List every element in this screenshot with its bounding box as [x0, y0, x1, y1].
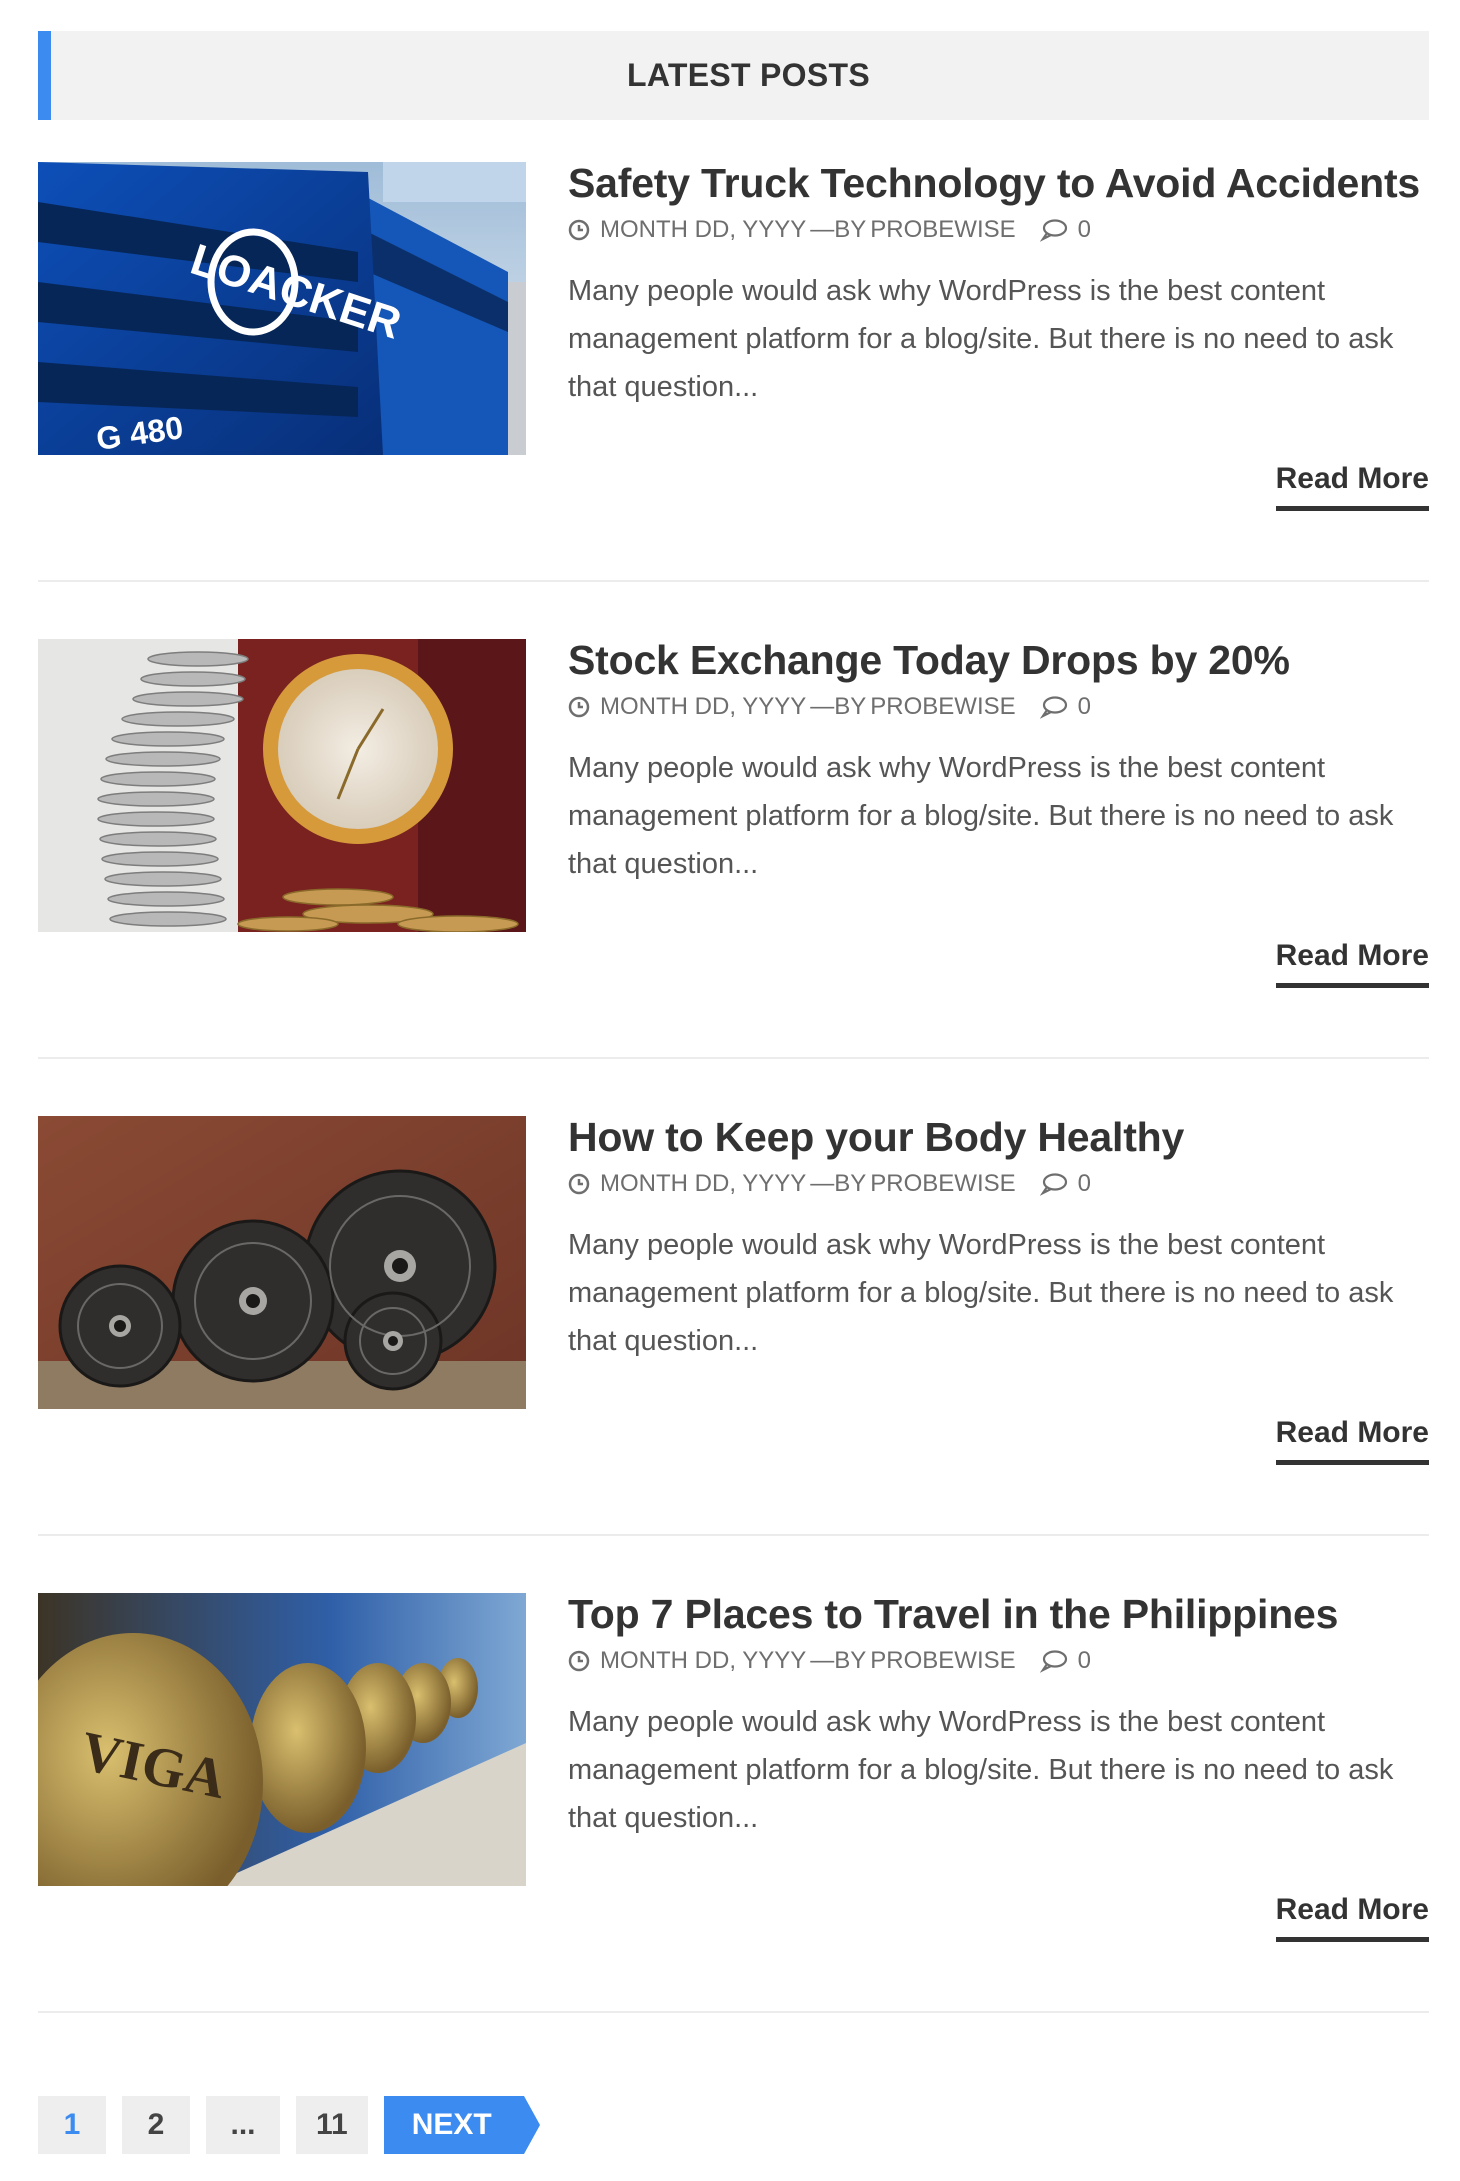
- post-date: MONTH DD, YYYY: [600, 1170, 807, 1197]
- next-label: NEXT: [411, 2108, 492, 2141]
- post-thumbnail-jars[interactable]: VIGA: [38, 1593, 526, 1886]
- clock-icon: [568, 1650, 590, 1672]
- post-excerpt: Many people would ask why WordPress is t…: [568, 275, 1394, 403]
- author-separator: —BY: [810, 1170, 867, 1197]
- next-page-button[interactable]: NEXT: [383, 2096, 540, 2154]
- comment-icon: [1039, 696, 1067, 719]
- coins-and-clock-image: [38, 639, 526, 932]
- comment-count[interactable]: 0: [1078, 216, 1091, 244]
- clay-jars-image: VIGA: [38, 1593, 526, 1886]
- post-meta: MONTH DD, YYYY —BY PROBEWISE 0: [568, 1646, 1429, 1676]
- comment-icon: [1039, 1650, 1067, 1673]
- comment-count[interactable]: 0: [1078, 1170, 1091, 1198]
- section-accent-bar: [38, 31, 51, 120]
- post-divider: [38, 1057, 1429, 1059]
- post-title[interactable]: Safety Truck Technology to Avoid Acciden…: [568, 158, 1429, 208]
- post-item: How to Keep your Body Healthy MONTH DD, …: [38, 1114, 1429, 1536]
- post-title[interactable]: Stock Exchange Today Drops by 20%: [568, 635, 1429, 685]
- post-excerpt: Many people would ask why WordPress is t…: [568, 1229, 1394, 1357]
- read-more-link[interactable]: Read More: [1275, 1893, 1429, 1942]
- post-item: Stock Exchange Today Drops by 20% MONTH …: [38, 637, 1429, 1059]
- read-more-link[interactable]: Read More: [1275, 1416, 1429, 1465]
- post-divider: [38, 2011, 1429, 2013]
- post-meta: MONTH DD, YYYY —BY PROBEWISE 0: [568, 692, 1429, 722]
- page-2-button[interactable]: 2: [122, 2096, 190, 2154]
- comment-count[interactable]: 0: [1078, 1647, 1091, 1675]
- post-excerpt: Many people would ask why WordPress is t…: [568, 752, 1394, 880]
- post-author[interactable]: PROBEWISE: [870, 216, 1015, 244]
- clock-icon: [568, 219, 590, 241]
- post-thumbnail-coins[interactable]: [38, 639, 526, 932]
- post-meta: MONTH DD, YYYY —BY PROBEWISE 0: [568, 215, 1429, 245]
- post-date: MONTH DD, YYYY: [600, 693, 807, 720]
- post-title[interactable]: Top 7 Places to Travel in the Philippine…: [568, 1589, 1429, 1639]
- page-1-button[interactable]: 1: [38, 2096, 106, 2154]
- read-more-link[interactable]: Read More: [1275, 462, 1429, 511]
- comment-count[interactable]: 0: [1078, 693, 1091, 721]
- pagination: 1 2 ... 11 NEXT: [38, 2096, 540, 2154]
- author-separator: —BY: [810, 693, 867, 720]
- post-item: VIGA Top 7 Places to Travel in the Phili…: [38, 1591, 1429, 2013]
- post-author[interactable]: PROBEWISE: [870, 1170, 1015, 1198]
- post-meta: MONTH DD, YYYY —BY PROBEWISE 0: [568, 1169, 1429, 1199]
- clock-icon: [568, 1173, 590, 1195]
- post-divider: [38, 1534, 1429, 1536]
- comment-icon: [1039, 1173, 1067, 1196]
- post-title[interactable]: How to Keep your Body Healthy: [568, 1112, 1429, 1162]
- post-thumbnail-weights[interactable]: [38, 1116, 526, 1409]
- author-separator: —BY: [810, 216, 867, 243]
- read-more-link[interactable]: Read More: [1275, 939, 1429, 988]
- post-author[interactable]: PROBEWISE: [870, 1647, 1015, 1675]
- post-item: LOACKER G 480 Safety Truck Technology to…: [38, 160, 1429, 582]
- author-separator: —BY: [810, 1647, 867, 1674]
- post-thumbnail-trucks[interactable]: LOACKER G 480: [38, 162, 526, 455]
- blue-trucks-image: LOACKER G 480: [38, 162, 526, 455]
- section-title: LATEST POSTS: [626, 57, 871, 93]
- post-date: MONTH DD, YYYY: [600, 1647, 807, 1674]
- page-11-button[interactable]: 11: [296, 2096, 368, 2154]
- clock-icon: [568, 696, 590, 718]
- next-arrow-icon: [523, 2096, 540, 2154]
- weight-plates-image: [38, 1116, 526, 1409]
- page-ellipsis: ...: [206, 2096, 280, 2154]
- post-divider: [38, 580, 1429, 582]
- comment-icon: [1039, 219, 1067, 242]
- post-date: MONTH DD, YYYY: [600, 216, 807, 243]
- post-excerpt: Many people would ask why WordPress is t…: [568, 1706, 1394, 1834]
- section-header: LATEST POSTS: [38, 31, 1429, 120]
- post-author[interactable]: PROBEWISE: [870, 693, 1015, 721]
